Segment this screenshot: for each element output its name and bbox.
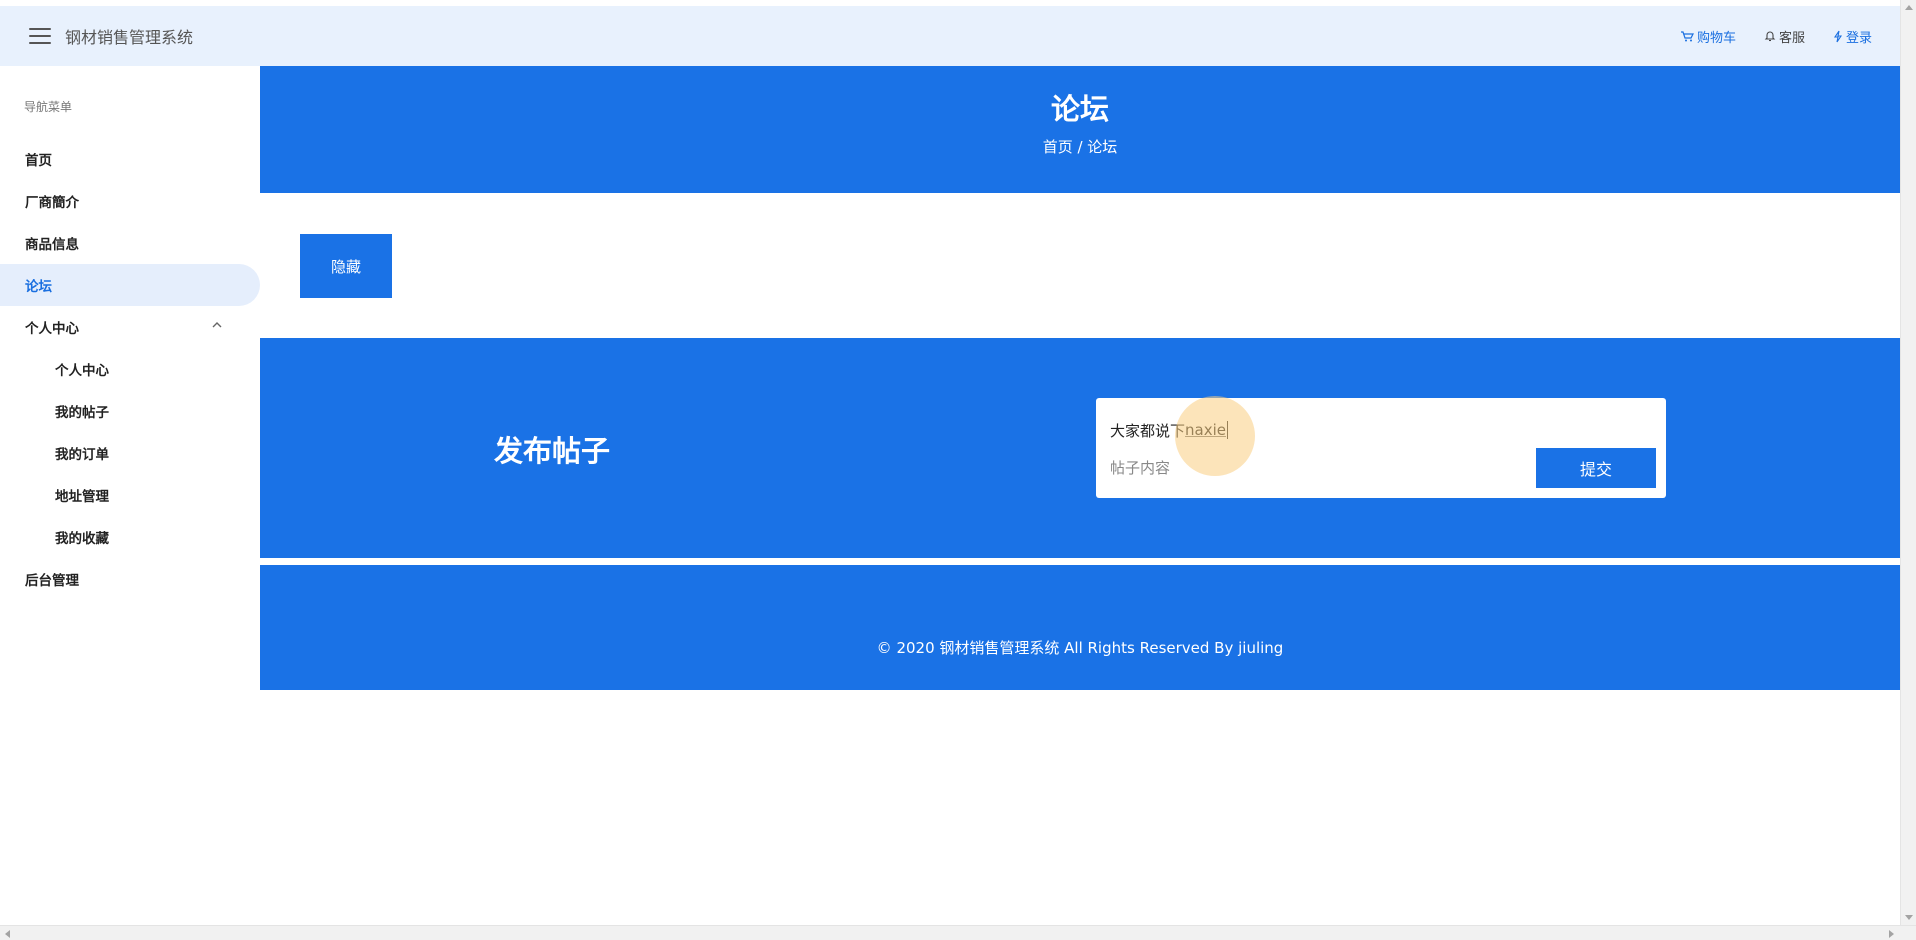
sidebar-item-forum[interactable]: 论坛 <box>0 264 260 306</box>
sidebar-subitem-address[interactable]: 地址管理 <box>0 474 260 516</box>
sidebar-item-label: 我的收藏 <box>55 531 109 547</box>
sidebar-subitem-personal-center[interactable]: 个人中心 <box>0 348 260 390</box>
login-label: 登录 <box>1845 30 1872 46</box>
sidebar-item-admin[interactable]: 后台管理 <box>0 558 260 600</box>
page-banner: 论坛 首页 / 论坛 <box>260 66 1900 193</box>
sidebar-item-label: 厂商簡介 <box>25 195 79 211</box>
sidebar-item-label: 个人中心 <box>55 363 109 379</box>
sidebar-subitem-my-orders[interactable]: 我的订单 <box>0 432 260 474</box>
hamburger-menu-icon[interactable] <box>29 28 51 44</box>
sidebar-item-label: 个人中心 <box>25 321 79 337</box>
service-link[interactable]: 客服 <box>1764 27 1805 46</box>
sidebar-item-personal-center[interactable]: 个人中心 <box>0 306 260 348</box>
post-form: 大家都说下naxie 提交 <box>1096 398 1666 498</box>
sidebar-item-vendor-intro[interactable]: 厂商簡介 <box>0 180 260 222</box>
sidebar: 导航菜单 首页 厂商簡介 商品信息 论坛 个人中心 个人中心 我的帖子 我的订单… <box>0 66 260 926</box>
scroll-right-arrow-icon[interactable] <box>1889 930 1894 938</box>
hide-button[interactable]: 隐藏 <box>300 234 392 298</box>
sidebar-item-label: 商品信息 <box>25 237 79 253</box>
scroll-down-arrow-icon[interactable] <box>1905 915 1913 920</box>
login-link[interactable]: 登录 <box>1833 27 1872 46</box>
lightning-icon <box>1833 30 1843 42</box>
sidebar-item-label: 论坛 <box>25 279 52 295</box>
sidebar-item-label: 首页 <box>25 153 52 169</box>
bell-icon <box>1764 31 1776 42</box>
post-section: 发布帖子 大家都说下naxie 提交 <box>260 338 1900 558</box>
sidebar-item-label: 我的帖子 <box>55 405 109 421</box>
sidebar-subitem-favorites[interactable]: 我的收藏 <box>0 516 260 558</box>
post-title-input[interactable]: 大家都说下 naxie <box>1110 418 1510 442</box>
copyright-text: © 2020 钢材销售管理系统 All Rights Reserved By j… <box>876 639 1284 657</box>
horizontal-scrollbar[interactable] <box>0 925 1916 940</box>
sidebar-item-home[interactable]: 首页 <box>0 138 260 180</box>
nav-menu-title: 导航菜单 <box>24 100 73 114</box>
sidebar-item-label: 我的订单 <box>55 447 109 463</box>
post-heading: 发布帖子 <box>494 434 611 468</box>
sidebar-subitem-my-posts[interactable]: 我的帖子 <box>0 390 260 432</box>
cart-link[interactable]: 购物车 <box>1680 27 1736 46</box>
sidebar-item-product-info[interactable]: 商品信息 <box>0 222 260 264</box>
header-actions: 购物车 客服 登录 <box>1680 6 1900 66</box>
app-title: 钢材销售管理系统 <box>65 28 194 47</box>
chevron-up-icon <box>212 322 222 328</box>
scroll-left-arrow-icon[interactable] <box>5 930 10 938</box>
submit-button[interactable]: 提交 <box>1536 448 1656 488</box>
sidebar-item-label: 地址管理 <box>55 489 109 505</box>
cart-icon <box>1680 31 1694 42</box>
scroll-up-arrow-icon[interactable] <box>1905 5 1913 10</box>
cart-label: 购物车 <box>1696 30 1736 46</box>
title-input-text: 大家都说下 <box>1110 421 1186 440</box>
post-content-input[interactable] <box>1110 456 1490 480</box>
footer: © 2020 钢材销售管理系统 All Rights Reserved By j… <box>260 565 1900 690</box>
top-navbar: 钢材销售管理系统 购物车 客服 登录 <box>0 6 1900 66</box>
text-caret <box>1227 421 1228 439</box>
breadcrumb: 首页 / 论坛 <box>1042 138 1118 156</box>
vertical-scrollbar[interactable] <box>1900 0 1916 925</box>
ime-composing-text: naxie <box>1185 421 1226 439</box>
page-title: 论坛 <box>1050 92 1109 126</box>
service-label: 客服 <box>1778 30 1805 46</box>
sidebar-item-label: 后台管理 <box>25 573 79 589</box>
